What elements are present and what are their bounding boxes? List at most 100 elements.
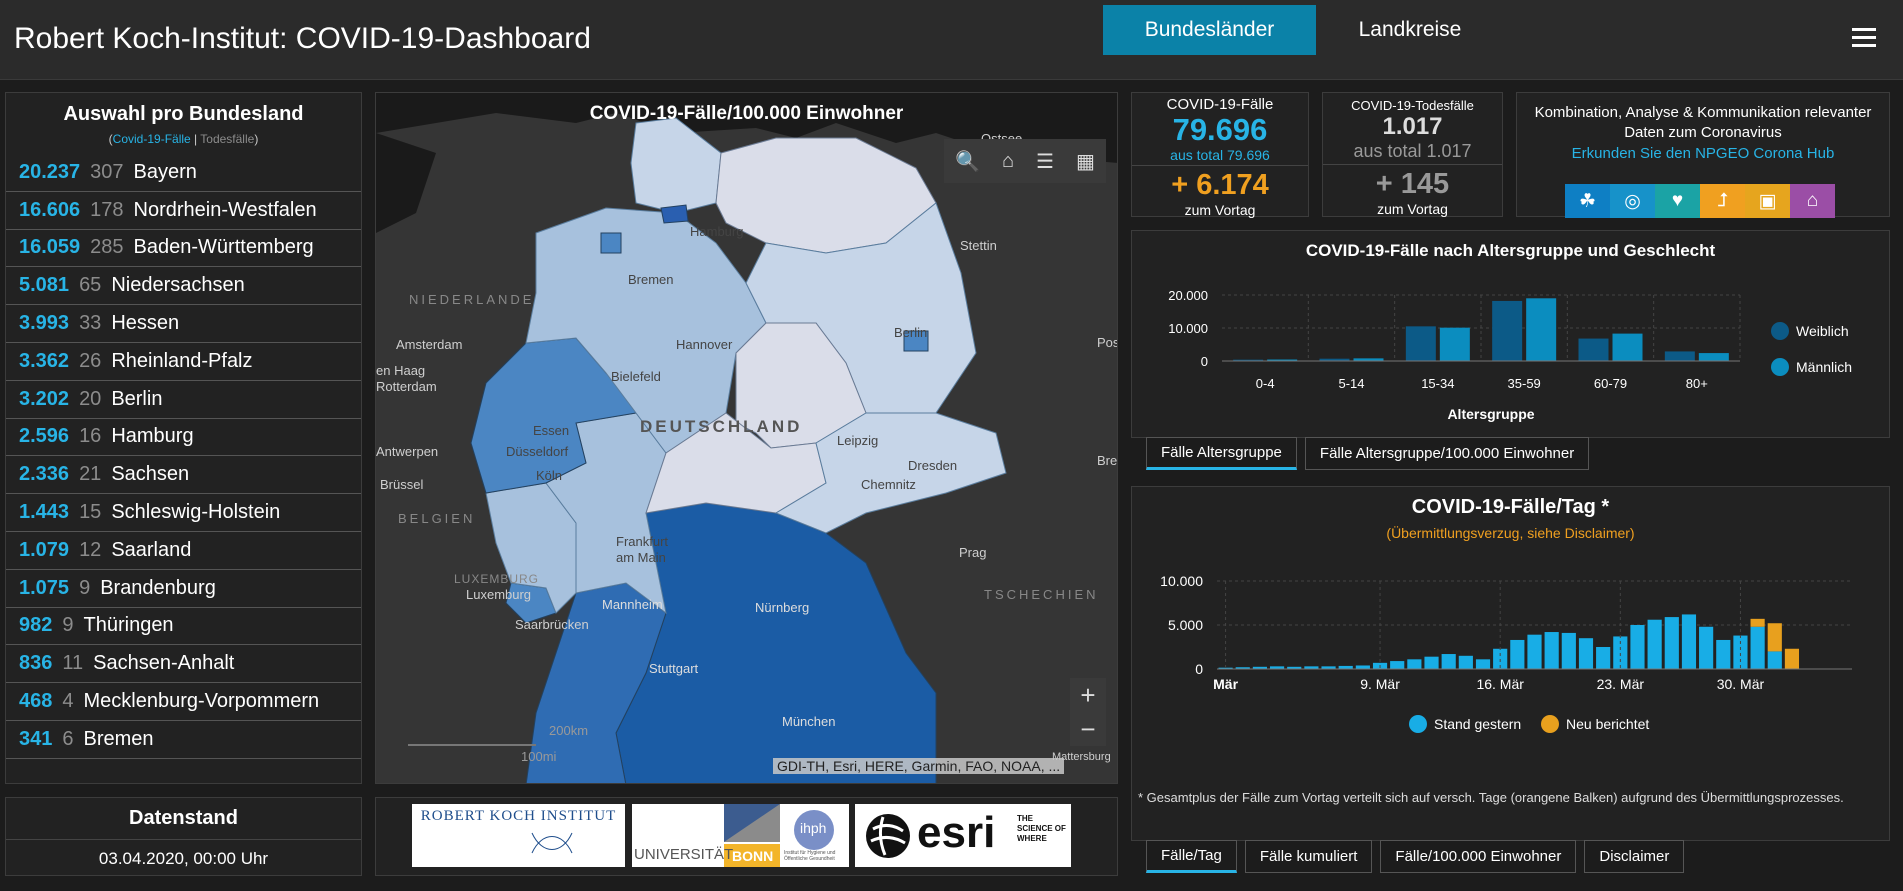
daily-chart-footnote: * Gesamtplus der Fälle zum Vortag vertei… (1138, 790, 1844, 805)
car-icon[interactable]: ▣ (1745, 184, 1790, 218)
map-label: Nürnberg (755, 600, 810, 615)
uni-bonn-logo[interactable]: UNIVERSITÄT BONN ihph Institut für Hygie… (632, 804, 849, 867)
x-tick-label: 15-34 (1421, 376, 1454, 391)
zoom-in-button[interactable]: + (1070, 678, 1106, 712)
map-attribution[interactable]: GDI-TH, Esri, HERE, Garmin, FAO, NOAA, .… (773, 758, 1065, 774)
bar-stand-gestern (1596, 647, 1611, 669)
npgeo-hub-link[interactable]: Erkunden Sie den NPGEO Corona Hub (1517, 145, 1889, 162)
map-label: NIEDERLANDE (409, 292, 535, 307)
bar-stand-gestern (1390, 661, 1405, 669)
state-name: Rheinland-Pfalz (111, 349, 253, 372)
daily-chart-panel: COVID-19-Fälle/Tag * (Übermittlungsverzu… (1131, 486, 1890, 841)
tab-day-2[interactable]: Fälle/100.000 Einwohner (1380, 840, 1577, 873)
zoom-out-button[interactable]: − (1070, 712, 1106, 746)
state-row[interactable]: 1.079 12 Saarland (6, 532, 361, 570)
state-name: Niedersachsen (111, 274, 245, 297)
state-row[interactable]: 982 9 Thüringen (6, 608, 361, 646)
y-tick-label: 0 (1201, 354, 1208, 369)
map-pin-icon[interactable]: ◎ (1610, 184, 1655, 218)
state-name: Thüringen (83, 614, 174, 637)
map-label: LUXEMBURG (454, 572, 540, 586)
y-tick-label: 5.000 (1168, 617, 1203, 633)
state-cases: 1.075 (19, 576, 70, 599)
state-cases: 2.336 (19, 463, 70, 486)
state-row[interactable]: 3.362 26 Rheinland-Pfalz (6, 343, 361, 381)
kpi-deaths: COVID-19-Todesfälle 1.017 aus total 1.01… (1322, 92, 1503, 217)
esri-logo[interactable]: esri THE SCIENCE OF WHERE (855, 804, 1071, 867)
tab-bundeslaender[interactable]: Bundesländer (1103, 5, 1316, 55)
bar-neu-berichtet (1767, 623, 1782, 652)
daily-chart-title: COVID-19-Fälle/Tag * (1411, 496, 1610, 518)
bar-stand-gestern (1544, 632, 1559, 669)
x-tick-label: 0-4 (1256, 376, 1275, 391)
state-deaths: 9 (62, 614, 74, 637)
bar-stand-gestern (1561, 632, 1576, 669)
npgeo-info-panel: Kombination, Analyse & Kommunikation rel… (1516, 92, 1890, 218)
state-row[interactable]: 468 4 Mecklenburg-Vorpommern (6, 683, 361, 721)
home-icon[interactable]: ⌂ (1002, 150, 1014, 173)
state-cases: 3.993 (19, 312, 70, 335)
kpi-cases: COVID-19-Fälle 79.696 aus total 79.696 +… (1131, 92, 1309, 218)
tab-age-0[interactable]: Fälle Altersgruppe (1146, 437, 1297, 470)
plant-icon[interactable]: ☘ (1565, 184, 1610, 218)
tab-day-0[interactable]: Fälle/Tag (1146, 840, 1237, 873)
kpi-cases-label: COVID-19-Fälle (1166, 96, 1274, 113)
state-row[interactable]: 2.596 16 Hamburg (6, 419, 361, 457)
daily-chart-subtitle[interactable]: (Übermittlungsverzug, siehe Disclaimer) (1132, 525, 1889, 541)
state-row[interactable]: 836 11 Sachsen-Anhalt (6, 645, 361, 684)
bar-männlich (1526, 298, 1557, 361)
tab-day-1[interactable]: Fälle kumuliert (1244, 840, 1373, 873)
bar-stand-gestern (1527, 634, 1542, 669)
map-label: Köln (536, 468, 563, 483)
age-chart-panel: COVID-19-Fälle nach Altersgruppe und Ges… (1131, 230, 1890, 438)
tab-day-3[interactable]: Disclaimer (1584, 840, 1685, 873)
kpi-deaths-delta: + 145 (1375, 168, 1450, 200)
bar-stand-gestern (1441, 654, 1456, 669)
rki-logo[interactable]: ROBERT KOCH INSTITUT (412, 804, 625, 867)
y-tick-label: 20.000 (1168, 288, 1208, 303)
state-deaths: 6 (62, 727, 74, 750)
state-row[interactable]: 1.075 9 Brandenburg (6, 570, 361, 608)
map-label: Essen (533, 423, 570, 438)
building-icon[interactable]: ⌂ (1790, 184, 1835, 218)
bar-männlich (1439, 327, 1470, 361)
kpi-deaths-foot: zum Vortag (1377, 201, 1448, 217)
state-row[interactable]: 16.059 285 Baden-Württemberg (6, 230, 361, 268)
tab-landkreise[interactable]: Landkreise (1325, 5, 1495, 55)
state-name: Sachsen (111, 463, 190, 486)
x-axis-label: Altersgruppe (1447, 406, 1534, 422)
basemap-icon[interactable]: ▦ (1076, 149, 1095, 174)
map-label: Rotterdam (376, 379, 437, 394)
state-row[interactable]: 3.993 33 Hessen (6, 305, 361, 343)
state-name: Bremen (83, 727, 154, 750)
kpi-cases-value: 79.696 (1172, 112, 1268, 147)
state-row[interactable]: 2.336 21 Sachsen (6, 456, 361, 495)
list-icon[interactable]: ☰ (1036, 149, 1054, 174)
tab-age-1[interactable]: Fälle Altersgruppe/100.000 Einwohner (1304, 437, 1590, 470)
state-cases: 5.081 (19, 274, 70, 297)
state-deaths: 15 (79, 501, 102, 524)
state-row[interactable]: 5.081 65 Niedersachsen (6, 267, 361, 306)
state-row[interactable]: 341 6 Bremen (6, 721, 361, 759)
legend-marker (1541, 715, 1559, 733)
stairs-icon[interactable]: ⮥ (1700, 184, 1745, 218)
hamburger-menu-icon[interactable] (1852, 28, 1876, 48)
age-chart-title: COVID-19-Fälle nach Altersgruppe und Ges… (1305, 241, 1716, 260)
state-row[interactable]: 1.443 15 Schleswig-Holstein (6, 494, 361, 532)
search-icon[interactable]: 🔍 (955, 149, 980, 174)
state-list: 20.237 307 Bayern 16.606 178 Nordrhein-Westfa… (6, 154, 361, 759)
state-cases: 20.237 (19, 160, 81, 183)
state-cases: 3.362 (19, 349, 70, 372)
state-row[interactable]: 20.237 307 Bayern (6, 154, 361, 192)
daily-chart: 0 5.000 10.000 Mär 9. Mär 16. Mär 23. Mär 30. M… (1160, 573, 1852, 733)
kpi-cases-foot: zum Vortag (1184, 202, 1256, 218)
bar-männlich (1612, 333, 1643, 361)
germany-map[interactable] (376, 93, 1118, 784)
map-panel[interactable]: COVID-19-Fälle/100.000 Einwohner 🔍 ⌂ ☰ ▦… (375, 92, 1118, 784)
state-deaths: 20 (79, 387, 102, 410)
state-row[interactable]: 16.606 178 Nordrhein-Westfalen (6, 192, 361, 230)
state-cases: 1.079 (19, 538, 70, 561)
state-row[interactable]: 3.202 20 Berlin (6, 381, 361, 419)
state-cases: 16.059 (19, 236, 81, 259)
heart-icon[interactable]: ♥ (1655, 184, 1700, 218)
